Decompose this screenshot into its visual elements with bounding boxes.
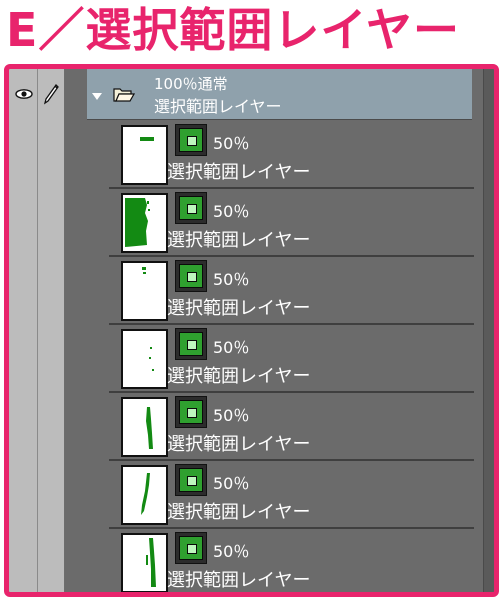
layer-mask-icon[interactable] xyxy=(175,192,207,224)
layer-opacity: 50％ xyxy=(213,474,250,493)
layer-row[interactable]: 50％ 選択範囲レイヤー xyxy=(109,529,474,592)
indent-column xyxy=(65,69,87,592)
layer-panel: 100％通常 選択範囲レイヤー 50％ 選択範囲レイヤー 50％ 選択範囲レイヤ… xyxy=(4,64,499,597)
layer-opacity: 50％ xyxy=(213,542,250,561)
layer-folder-row[interactable]: 100％通常 選択範囲レイヤー xyxy=(9,69,484,120)
folder-icon xyxy=(113,88,135,102)
layer-row[interactable]: 50％ 選択範囲レイヤー xyxy=(109,189,474,257)
layer-mask-icon[interactable] xyxy=(175,532,207,564)
layer-thumbnail xyxy=(121,397,168,457)
layer-name: 選択範囲レイヤー xyxy=(167,230,311,251)
layer-thumbnail xyxy=(121,465,168,525)
pen-icon[interactable] xyxy=(42,83,60,105)
folder-name: 選択範囲レイヤー xyxy=(154,97,282,116)
layer-mask-icon[interactable] xyxy=(175,328,207,360)
layer-opacity: 50％ xyxy=(213,338,250,357)
layer-name: 選択範囲レイヤー xyxy=(167,162,311,183)
layer-thumbnail xyxy=(121,193,168,253)
layer-mask-icon[interactable] xyxy=(175,260,207,292)
edit-column xyxy=(38,69,65,592)
layer-row[interactable]: 50％ 選択範囲レイヤー xyxy=(109,461,474,529)
scrollbar[interactable] xyxy=(483,69,494,592)
layer-name: 選択範囲レイヤー xyxy=(167,502,311,523)
layer-name: 選択範囲レイヤー xyxy=(167,434,311,455)
layer-opacity: 50％ xyxy=(213,134,250,153)
layer-opacity: 50％ xyxy=(213,406,250,425)
folder-opacity-mode: 100％通常 xyxy=(154,75,228,93)
visibility-column xyxy=(9,69,38,592)
layer-opacity: 50％ xyxy=(213,270,250,289)
layer-mask-icon[interactable] xyxy=(175,464,207,496)
layer-thumbnail xyxy=(121,533,168,592)
layer-name: 選択範囲レイヤー xyxy=(167,366,311,387)
layer-row[interactable]: 50％ 選択範囲レイヤー xyxy=(109,393,474,461)
layer-row[interactable]: 50％ 選択範囲レイヤー xyxy=(109,325,474,393)
layer-mask-icon[interactable] xyxy=(175,396,207,428)
layer-opacity: 50％ xyxy=(213,202,250,221)
layer-row[interactable]: 50％ 選択範囲レイヤー xyxy=(109,121,474,189)
layer-name: 選択範囲レイヤー xyxy=(167,298,311,319)
layer-mask-icon[interactable] xyxy=(175,124,207,156)
page-title: E／選択範囲レイヤー xyxy=(6,3,461,57)
layer-thumbnail xyxy=(121,329,168,389)
layer-row[interactable]: 50％ 選択範囲レイヤー xyxy=(109,257,474,325)
eye-icon[interactable] xyxy=(15,89,33,99)
layer-thumbnail xyxy=(121,125,168,185)
layer-thumbnail xyxy=(121,261,168,321)
layer-name: 選択範囲レイヤー xyxy=(167,570,311,591)
chevron-down-icon[interactable] xyxy=(91,91,103,101)
